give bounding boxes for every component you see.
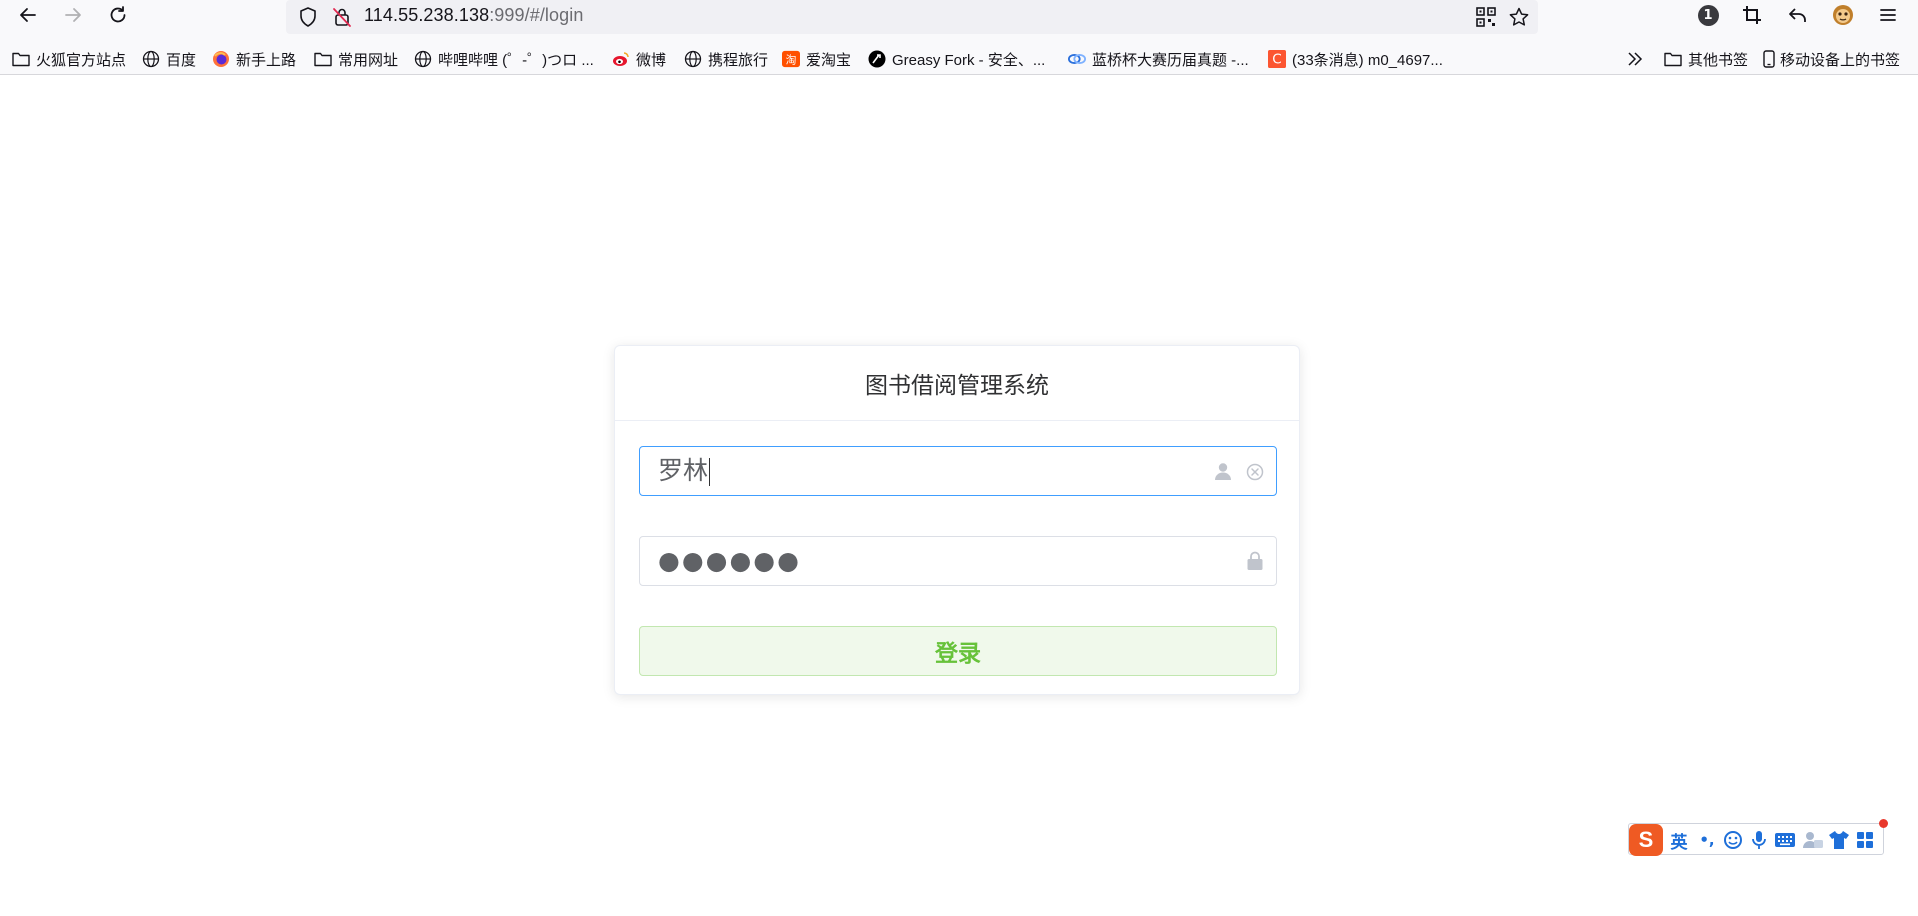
notification-count: 1 (1697, 4, 1719, 26)
hamburger-menu-icon (1880, 9, 1896, 21)
emoji-icon[interactable] (1721, 828, 1745, 852)
reload-button[interactable] (102, 2, 134, 28)
bookmark-item[interactable]: 火狐官方站点 (12, 47, 126, 71)
sogou-logo-icon[interactable]: S (1629, 824, 1663, 856)
folder-icon (314, 50, 332, 68)
text-caret (709, 458, 711, 486)
bookmark-star-icon[interactable] (1507, 5, 1531, 29)
bookmarks-toolbar: 火狐官方站点 百度 新手上路 常用网址 哔哩哔哩 (゜-゜)つロ ... 微博 … (0, 44, 1918, 75)
password-input[interactable]: ●●●●●● (639, 536, 1277, 586)
url-text[interactable]: 114.55.238.138:999/#/login (364, 0, 583, 30)
url-path: :999/#/login (489, 5, 584, 25)
insecure-lock-icon[interactable] (330, 5, 354, 29)
greasyfork-icon (868, 50, 886, 68)
lanqiao-icon (1068, 50, 1086, 68)
svg-text:C: C (1272, 52, 1281, 68)
microphone-icon[interactable] (1747, 828, 1771, 852)
weibo-icon (612, 50, 630, 68)
reload-icon (110, 6, 126, 23)
forward-button[interactable] (57, 2, 89, 28)
clear-input-icon[interactable] (1244, 461, 1266, 483)
notification-badge[interactable]: 1 (1693, 2, 1723, 28)
bookmark-label: 新手上路 (236, 51, 297, 69)
tampermonkey-button[interactable] (1828, 2, 1858, 28)
svg-text:淘: 淘 (786, 54, 797, 67)
url-host: 114.55.238.138 (364, 5, 490, 25)
bookmark-item[interactable]: 淘 爱淘宝 (782, 47, 851, 71)
bookmark-label: 微博 (636, 51, 667, 69)
user-icon (1212, 460, 1234, 482)
user-settings-icon[interactable] (1801, 828, 1825, 852)
globe-icon (684, 50, 702, 68)
arrow-left-icon (20, 8, 36, 22)
skin-shirt-icon[interactable] (1827, 828, 1851, 852)
login-card: 图书借阅管理系统 罗林 ●●●●●● 登录 (614, 345, 1300, 695)
bookmark-item[interactable]: 百度 (142, 47, 196, 71)
app-menu-button[interactable] (1873, 2, 1903, 28)
bookmark-item[interactable]: 新手上路 (212, 47, 296, 71)
folder-icon (1664, 50, 1682, 68)
bookmark-item[interactable]: 蓝桥杯大赛历届真题 -... (1068, 47, 1249, 71)
globe-icon (142, 50, 160, 68)
double-chevron-right-icon (1626, 50, 1644, 68)
ime-status-bar: S 英 •, (1628, 819, 1888, 856)
bookmark-label: 火狐官方站点 (36, 51, 127, 69)
toolbox-grid-icon[interactable] (1853, 828, 1877, 852)
taobao-icon: 淘 (782, 50, 800, 68)
back-button[interactable] (12, 2, 44, 28)
bookmark-label: 百度 (166, 51, 197, 69)
bookmark-item[interactable]: 微博 (612, 47, 666, 71)
crop-extension-button[interactable] (1737, 2, 1767, 28)
ime-mode-toggle[interactable]: 英 (1667, 828, 1691, 853)
undo-extension-button[interactable] (1783, 2, 1813, 28)
bookmark-label: 携程旅行 (708, 51, 769, 69)
other-bookmarks-folder[interactable]: 其他书签 (1664, 47, 1748, 71)
arrow-right-icon (65, 8, 81, 22)
browser-toolbar: 114.55.238.138:999/#/login 1 (0, 0, 1918, 44)
login-title: 图书借阅管理系统 (615, 346, 1299, 421)
bookmark-item[interactable]: 携程旅行 (684, 47, 768, 71)
bookmark-item[interactable]: 哔哩哔哩 (゜-゜)つロ ... (414, 47, 594, 71)
bookmark-label: (33条消息) m0_4697... (1292, 51, 1443, 69)
password-mask: ●●●●●● (658, 546, 801, 575)
bookmark-item[interactable]: C (33条消息) m0_4697... (1268, 47, 1443, 71)
lock-icon (1244, 550, 1266, 572)
url-bar[interactable]: 114.55.238.138:999/#/login (286, 0, 1538, 34)
firefox-icon (212, 50, 230, 68)
qr-code-icon[interactable] (1474, 5, 1498, 29)
login-button[interactable]: 登录 (639, 626, 1277, 676)
csdn-icon: C (1268, 50, 1286, 68)
bookmark-label: 蓝桥杯大赛历届真题 -... (1092, 51, 1249, 69)
bookmark-label: Greasy Fork - 安全、... (892, 51, 1046, 69)
bookmark-label: 移动设备上的书签 (1780, 51, 1901, 69)
bookmark-item[interactable]: Greasy Fork - 安全、... (868, 47, 1045, 71)
undo-icon (1789, 8, 1806, 22)
globe-icon (414, 50, 432, 68)
bookmark-item[interactable]: 常用网址 (314, 47, 398, 71)
folder-icon (12, 50, 30, 68)
crop-icon (1743, 6, 1761, 24)
username-input[interactable]: 罗林 (639, 446, 1277, 496)
monkey-icon (1833, 5, 1853, 25)
mobile-device-icon (1762, 50, 1776, 68)
username-value: 罗林 (658, 456, 711, 486)
bookmark-label: 哔哩哔哩 (゜-゜)つロ ... (438, 51, 594, 69)
bookmark-label: 常用网址 (338, 51, 399, 69)
bookmark-label: 其他书签 (1688, 51, 1749, 69)
bookmark-label: 爱淘宝 (806, 51, 852, 69)
bookmarks-overflow-button[interactable] (1626, 47, 1650, 71)
mobile-bookmarks-folder[interactable]: 移动设备上的书签 (1762, 47, 1900, 71)
ime-update-dot (1879, 819, 1888, 828)
keyboard-icon[interactable] (1773, 828, 1797, 852)
ime-punctuation-toggle[interactable]: •, (1695, 828, 1719, 852)
tracking-shield-icon[interactable] (296, 5, 320, 29)
